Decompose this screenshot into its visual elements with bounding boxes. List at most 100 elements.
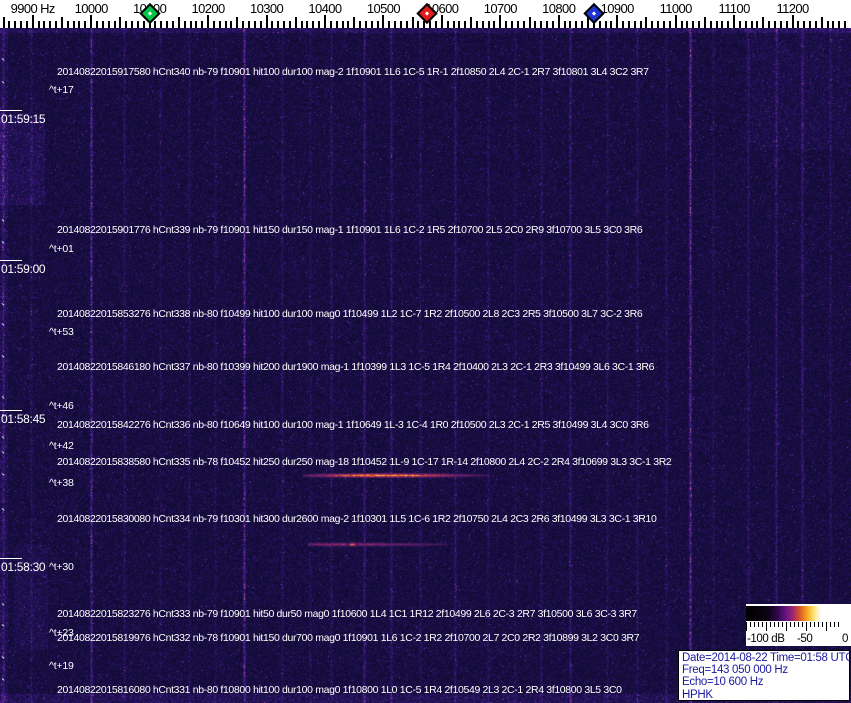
- freq-tick: [125, 21, 128, 28]
- db-tick: [818, 622, 819, 627]
- freq-tick: [633, 21, 636, 28]
- freq-tick: [581, 21, 584, 28]
- freq-tick: [546, 21, 549, 28]
- marker-center-dot: [425, 11, 430, 16]
- freq-tick: [709, 21, 712, 28]
- db-tick: [762, 622, 763, 627]
- marker-center-dot: [591, 11, 596, 16]
- time-label: 01:59:00: [1, 262, 46, 276]
- freq-tick: [405, 21, 408, 28]
- time-tick-line: [0, 260, 22, 261]
- freq-tick: [359, 21, 362, 28]
- freq-tick: [814, 21, 817, 28]
- info-date-line: Date=2014-08-22 Time=01:58 UTC: [682, 652, 850, 664]
- freq-tick: [347, 21, 350, 28]
- freq-tick: [563, 21, 566, 28]
- time-tick-line: [0, 410, 22, 411]
- db-label-max: 0: [842, 633, 848, 645]
- freq-label: 10200: [191, 1, 225, 16]
- freq-tick: [399, 21, 402, 28]
- freq-tick: [762, 17, 765, 28]
- db-tick: [830, 622, 831, 627]
- db-tick: [746, 622, 747, 631]
- freq-tick: [797, 21, 800, 28]
- freq-tick: [470, 17, 473, 28]
- freq-tick: [610, 21, 613, 28]
- freq-tick: [528, 17, 531, 28]
- freq-tick: [540, 21, 543, 28]
- freq-tick: [569, 21, 572, 28]
- freq-tick: [335, 21, 338, 28]
- freq-tick: [277, 21, 280, 28]
- db-tick: [754, 622, 755, 627]
- freq-tick: [8, 21, 11, 28]
- event-edge-tick: `: [1, 321, 6, 336]
- freq-tick: [43, 21, 46, 28]
- freq-tick: [318, 21, 321, 28]
- freq-tick: [136, 21, 139, 28]
- freq-tick: [37, 21, 40, 28]
- freq-tick: [364, 21, 367, 28]
- freq-tick: [20, 21, 23, 28]
- freq-tick: [160, 21, 163, 28]
- db-gradient-bar: [746, 606, 821, 621]
- freq-tick: [738, 21, 741, 28]
- event-detection-line: 20140822015838580 hCnt335 nb-78 f10452 h…: [57, 456, 672, 468]
- freq-tick: [283, 21, 286, 28]
- freq-tick: [96, 21, 99, 28]
- freq-tick: [651, 21, 654, 28]
- freq-tick: [645, 17, 648, 28]
- freq-tick: [662, 21, 665, 28]
- freq-tick: [487, 21, 490, 28]
- freq-tick: [183, 21, 186, 28]
- freq-tick: [657, 21, 660, 28]
- event-edge-tick: `: [1, 506, 6, 521]
- freq-tick: [844, 21, 847, 28]
- freq-tick: [323, 15, 326, 28]
- freq-tick: [288, 21, 291, 28]
- freq-tick: [101, 21, 104, 28]
- freq-tick: [253, 21, 256, 28]
- event-detection-line: 20140822015853276 hCnt338 nb-80 f10499 h…: [57, 308, 643, 320]
- freq-tick: [809, 21, 812, 28]
- event-edge-tick: `: [1, 301, 6, 316]
- freq-tick: [113, 21, 116, 28]
- event-edge-tick: `: [1, 449, 6, 464]
- freq-tick: [49, 21, 52, 28]
- freq-label: 10700: [483, 1, 518, 16]
- freq-tick: [78, 21, 81, 28]
- time-label: 01:58:45: [1, 412, 46, 426]
- freq-tick: [31, 15, 34, 28]
- freq-label: 11000: [659, 1, 693, 16]
- freq-tick: [212, 21, 215, 28]
- freq-tick: [55, 21, 58, 28]
- freq-tick: [826, 21, 829, 28]
- freq-tick: [166, 21, 169, 28]
- freq-tick: [312, 21, 315, 28]
- db-tick: [750, 622, 751, 627]
- freq-tick: [388, 21, 391, 28]
- freq-tick: [300, 21, 303, 28]
- freq-label: 10300: [249, 1, 284, 16]
- freq-tick: [107, 21, 110, 28]
- db-tick: [758, 622, 759, 627]
- event-detection-line: 20140822015901776 hCnt339 nb-79 f10901 h…: [57, 224, 643, 236]
- freq-label: 9900 Hz: [10, 1, 56, 16]
- db-scale-panel: -100 dB -50 0: [746, 604, 851, 646]
- freq-tick: [551, 21, 554, 28]
- freq-tick: [686, 21, 689, 28]
- event-time-ref: ^t+53: [49, 326, 74, 338]
- freq-tick: [247, 21, 250, 28]
- db-tick: [790, 622, 791, 627]
- event-time-ref: ^t+01: [49, 243, 74, 255]
- freq-tick: [774, 21, 777, 28]
- db-tick: [786, 622, 787, 631]
- freq-tick: [382, 15, 385, 28]
- freq-tick: [429, 21, 432, 28]
- event-time-ref: ^t+38: [49, 477, 74, 489]
- info-echo-line: Echo=10 600 Hz: [682, 676, 764, 689]
- freq-tick: [692, 21, 695, 28]
- freq-tick: [698, 21, 701, 28]
- freq-tick: [522, 21, 525, 28]
- freq-tick: [435, 21, 438, 28]
